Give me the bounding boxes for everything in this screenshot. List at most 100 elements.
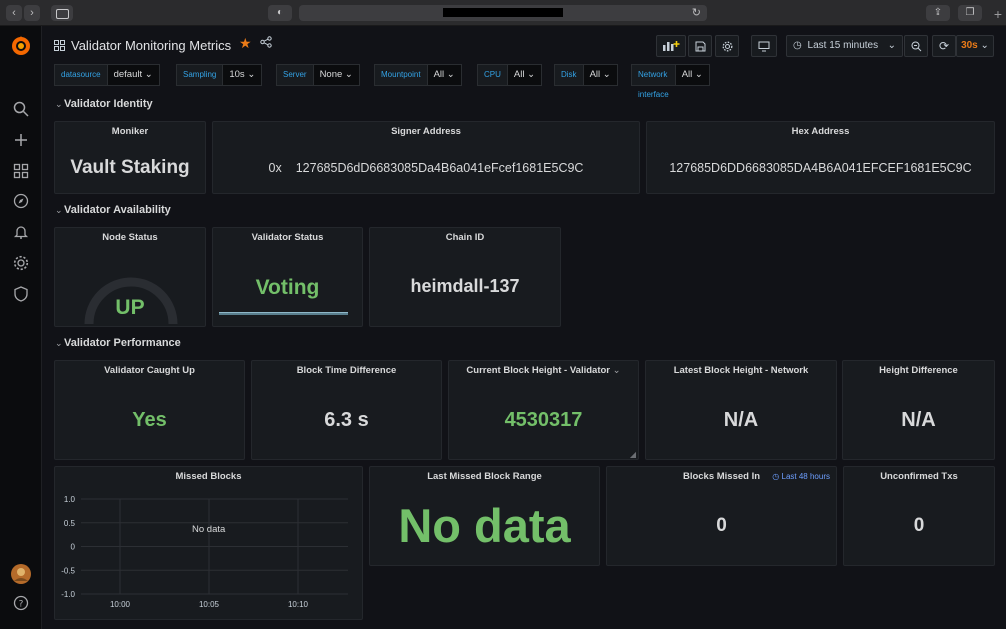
save-dashboard-button[interactable] (688, 35, 712, 57)
svg-text:?: ? (19, 600, 24, 610)
panel-signer-address[interactable]: Signer Address 0x 127685D6dD6683085Da4B6a… (212, 121, 640, 194)
time-override-link[interactable]: ◷ Last 48 hours (772, 472, 830, 481)
panel-title: Unconfirmed Txs (880, 471, 958, 482)
settings-gear-icon (722, 41, 732, 52)
panel-validator-caught-up[interactable]: Validator Caught Up Yes (54, 360, 245, 460)
create-plus-icon[interactable] (12, 131, 30, 149)
panel-missed-blocks[interactable]: Missed Blocks 1.0 0.5 0 -0.5 -1.0 10:00 10:05 1… (54, 466, 363, 620)
time-range-picker[interactable]: ◷ Last 15 minutes ⌄ (786, 35, 903, 57)
page-title[interactable]: Validator Monitoring Metrics (71, 38, 231, 53)
refresh-button[interactable]: ⟳ (932, 35, 956, 57)
panel-title: Current Block Height - Validator ⌄ (466, 365, 621, 376)
variable-server[interactable]: Server None ⌄ (276, 64, 360, 86)
x-tick-label: 10:10 (288, 600, 309, 609)
variable-value[interactable]: 10s ⌄ (223, 64, 263, 86)
resize-handle-icon[interactable]: ◢ (630, 450, 636, 459)
panel-moniker[interactable]: Moniker Vault Staking (54, 121, 206, 194)
tabs-overview-button[interactable]: ❐ (958, 5, 982, 21)
redacted-url (443, 8, 563, 17)
explore-compass-icon[interactable] (12, 192, 30, 210)
forward-button[interactable]: › (24, 5, 40, 21)
stat-value: heimdall-137 (410, 276, 520, 296)
dashboard-grid-icon (54, 40, 65, 51)
row-header-performance[interactable]: ⌄Validator Performance (55, 337, 181, 349)
variable-label: datasource (54, 64, 108, 86)
configuration-gear-icon[interactable] (12, 254, 30, 272)
panel-last-missed-block-range[interactable]: Last Missed Block Range No data (369, 466, 600, 566)
refresh-interval-label: 30s (961, 40, 978, 51)
clock-icon: ◷ (793, 40, 802, 51)
add-panel-button[interactable] (656, 35, 686, 57)
variable-value[interactable]: default ⌄ (107, 64, 160, 86)
address-text: 127685D6dD6683085Da4B6a041eFcef1681E5C9C (295, 161, 584, 175)
new-tab-button[interactable]: + (994, 6, 1002, 22)
variable-sampling[interactable]: Sampling 10s ⌄ (176, 64, 263, 86)
stat-value: No data (398, 499, 571, 552)
variable-value[interactable]: All ⌄ (583, 64, 618, 86)
monitor-icon (758, 41, 770, 52)
y-tick-label: 1.0 (64, 495, 76, 504)
x-tick-label: 10:05 (199, 600, 220, 609)
share-page-button[interactable]: ⇪ (926, 5, 950, 21)
panel-height-difference[interactable]: Height Difference N/A (842, 360, 995, 460)
variable-network-interface[interactable]: Network interface All ⌄ (631, 64, 710, 99)
panel-validator-status[interactable]: Validator Status Voting (212, 227, 363, 327)
stat-value: Yes (132, 409, 167, 431)
browser-toolbar: ‹ › ◐ ↻ ⇪ ❐ + (0, 0, 1006, 26)
chevron-down-icon: ⌄ (887, 40, 896, 51)
row-header-availability[interactable]: ⌄Validator Availability (55, 204, 171, 216)
dashboard-settings-button[interactable] (715, 35, 739, 57)
stat-value: 0 (913, 515, 925, 536)
share-icon[interactable] (260, 36, 272, 48)
panel-hex-address[interactable]: Hex Address 127685D6DD6683085DA4B6A041EF… (646, 121, 995, 194)
signer-address-value: 0x 127685D6dD6683085Da4B6a041eFcef1681E5C… (213, 161, 639, 175)
variable-cpu[interactable]: CPU All ⌄ (477, 64, 543, 86)
stat-value: Vault Staking (70, 157, 190, 178)
variable-label: CPU (477, 64, 508, 86)
grafana-sidebar: ? (0, 26, 42, 629)
search-icon[interactable] (12, 100, 30, 118)
panel-unconfirmed-txs[interactable]: Unconfirmed Txs 0 (843, 466, 995, 566)
cycle-view-mode-button[interactable] (751, 35, 777, 57)
panel-chain-id[interactable]: Chain ID heimdall-137 (369, 227, 561, 327)
variable-datasource[interactable]: datasource default ⌄ (54, 64, 160, 86)
variable-value[interactable]: All ⌄ (675, 64, 710, 86)
no-data-label: No data (192, 524, 226, 535)
panel-block-time-difference[interactable]: Block Time Difference 6.3 s (251, 360, 442, 460)
panel-title: Validator Status (251, 232, 324, 243)
panel-title: Moniker (111, 126, 149, 137)
variable-mountpoint[interactable]: Mountpoint All ⌄ (374, 64, 462, 86)
panel-title: Node Status (102, 232, 158, 243)
variable-value[interactable]: All ⌄ (427, 64, 462, 86)
chevron-down-icon: ⌄ (980, 40, 989, 51)
refresh-interval-picker[interactable]: 30s ⌄ (956, 35, 994, 57)
variable-label: Sampling (176, 64, 224, 86)
variable-disk[interactable]: Disk All ⌄ (554, 64, 618, 86)
panel-title: Latest Block Height - Network (673, 365, 809, 376)
sidebar-toggle-button[interactable] (51, 5, 73, 21)
grafana-logo-icon[interactable] (9, 34, 33, 58)
stat-value: 6.3 s (324, 409, 369, 431)
panel-current-block-height[interactable]: Current Block Height - Validator ⌄ 45303… (448, 360, 639, 460)
dashboards-icon[interactable] (12, 162, 30, 180)
privacy-shield-icon[interactable]: ◐ (268, 5, 292, 21)
panel-node-status[interactable]: Node Status UP (54, 227, 206, 327)
variable-value[interactable]: None ⌄ (313, 64, 360, 86)
variable-value[interactable]: All ⌄ (507, 64, 543, 86)
alerting-bell-icon[interactable] (12, 223, 30, 241)
user-avatar[interactable] (11, 564, 31, 584)
panel-latest-block-height[interactable]: Latest Block Height - Network N/A (645, 360, 837, 460)
address-bar[interactable]: ↻ (299, 5, 707, 21)
row-header-identity[interactable]: ⌄Validator Identity (55, 98, 153, 110)
chevron-down-icon: ⌄ (55, 99, 63, 109)
panel-menu-chevron-icon[interactable]: ⌄ (613, 365, 621, 376)
zoom-out-button[interactable] (904, 35, 928, 57)
reload-icon[interactable]: ↻ (692, 6, 701, 19)
refresh-icon: ⟳ (938, 39, 950, 53)
panel-blocks-missed-in[interactable]: Blocks Missed In ◷ Last 48 hours 0 (606, 466, 837, 566)
favorite-star-icon[interactable]: ★ (239, 35, 252, 52)
help-icon[interactable]: ? (12, 594, 30, 612)
y-tick-label: -1.0 (61, 590, 75, 599)
server-admin-shield-icon[interactable] (12, 285, 30, 303)
back-button[interactable]: ‹ (6, 5, 22, 21)
